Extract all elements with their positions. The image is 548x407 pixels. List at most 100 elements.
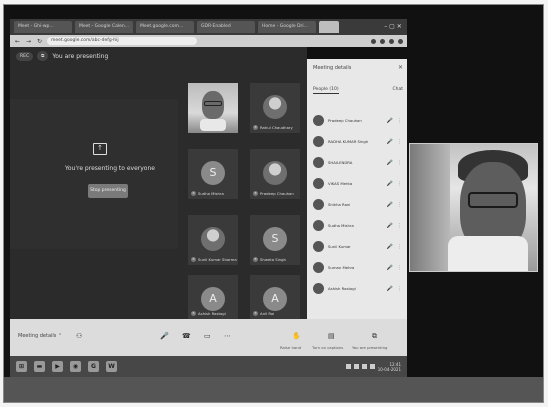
mic-icon[interactable]: 🎤	[387, 286, 393, 292]
media-icon[interactable]: ▶	[52, 361, 63, 372]
list-item[interactable]: Sudha Mishra 🎤 ⋮	[313, 215, 402, 236]
google-icon[interactable]: G	[88, 361, 99, 372]
folder-icon[interactable]: ▬	[34, 361, 45, 372]
chrome-icon[interactable]: ◉	[70, 361, 81, 372]
list-item[interactable]: Pradeep Chauhan 🎤 ⋮	[313, 110, 402, 131]
participant-name: Anil Rai	[260, 311, 275, 316]
more-icon[interactable]: ⋮	[397, 223, 402, 229]
list-item[interactable]: Ashish Rastogi 🎤 ⋮	[313, 278, 402, 299]
avatar	[313, 283, 324, 294]
list-item[interactable]: VIKAS Mehta 🎤 ⋮	[313, 173, 402, 194]
captions-icon[interactable]: ▤	[328, 332, 335, 340]
more-icon[interactable]: ⋮	[397, 139, 402, 145]
participant-name: Ashish Rastogi	[198, 311, 226, 316]
mic-off-icon: ✕	[191, 257, 196, 262]
participant-name: Pradeep Chauhan	[328, 118, 362, 123]
raise-hand-icon[interactable]: ✋	[292, 332, 301, 340]
list-item[interactable]: RADHA KUMAR Singh 🎤 ⋮	[313, 131, 402, 152]
participant-tile[interactable]: A ✕ Anil Rai	[250, 275, 300, 319]
hangup-icon[interactable]: ☎	[182, 332, 191, 340]
participant-name: SHAILENDRA	[328, 160, 353, 165]
participant-name: Rahul Chaudhary	[260, 125, 293, 130]
more-icon[interactable]: ⋮	[397, 181, 402, 187]
browser-tab[interactable]: GDR-Enabled	[197, 21, 255, 33]
participant-tile[interactable]: S ✕ Sudha Mishra	[188, 149, 238, 199]
browser-tab[interactable]: Meet - Google Calen...	[75, 21, 133, 33]
more-icon[interactable]: ⋮	[397, 265, 402, 271]
participant-tile-self[interactable]	[188, 83, 238, 133]
profile-icon[interactable]	[398, 38, 403, 44]
more-icon[interactable]: ⋮	[397, 286, 402, 292]
tab-people[interactable]: People (10)	[313, 87, 339, 94]
system-tray: 12:41 10-04-2021	[345, 362, 407, 372]
list-item[interactable]: Sunil Kumar 🎤 ⋮	[313, 236, 402, 257]
more-icon[interactable]: ⋮	[397, 118, 402, 124]
mic-icon[interactable]: 🎤	[387, 265, 393, 271]
mic-icon[interactable]: 🎤	[160, 332, 169, 340]
browser-tab[interactable]: Meet - Ghi-wp...	[14, 21, 72, 33]
url-field[interactable]: meet.google.com/abc-defg-hij	[47, 37, 197, 45]
more-icon[interactable]: ⋮	[397, 244, 402, 250]
mic-off-icon: ✕	[191, 191, 196, 196]
window-controls[interactable]: – ▢ ✕	[379, 21, 407, 33]
close-icon[interactable]: ✕	[398, 64, 403, 71]
browser-tab-active[interactable]	[319, 21, 339, 33]
share-message: You're presenting to everyone	[65, 165, 155, 172]
people-panel: Meeting details ✕ People (10) Chat Prade…	[307, 59, 407, 319]
extension-icon[interactable]	[371, 38, 376, 44]
mic-icon[interactable]: 🎤	[387, 118, 393, 124]
meeting-stage: REC ⧉ You are presenting ↑ You're presen…	[10, 47, 307, 319]
volume-icon[interactable]	[369, 364, 375, 369]
reload-icon[interactable]: ↻	[36, 38, 43, 45]
participant-tile[interactable]: ✕ Rahul Chaudhary	[250, 83, 300, 133]
start-icon[interactable]: ⊞	[16, 361, 27, 372]
more-icon[interactable]: ⋮	[397, 160, 402, 166]
browser-tab[interactable]: Meet.google.com...	[136, 21, 194, 33]
avatar: A	[201, 287, 225, 311]
avatar	[313, 220, 324, 231]
present-screen-icon: ↑	[93, 143, 107, 155]
avatar	[313, 136, 324, 147]
stop-presenting-button[interactable]: Stop presenting	[88, 184, 128, 198]
extension-icon[interactable]	[380, 38, 385, 44]
mic-icon[interactable]: 🎤	[387, 181, 393, 187]
more-options-icon[interactable]: ⋯	[224, 332, 231, 340]
avatar: A	[263, 287, 287, 311]
people-icon[interactable]: ⚇	[76, 332, 82, 340]
camera-icon[interactable]: ▭	[204, 332, 211, 340]
tab-chat[interactable]: Chat	[392, 87, 403, 94]
mic-icon[interactable]: 🎤	[387, 223, 393, 229]
background-wall	[410, 144, 450, 271]
word-icon[interactable]: W	[106, 361, 117, 372]
present-icon[interactable]: ⧉	[372, 332, 377, 341]
captions-label: Turn on captions	[312, 345, 344, 350]
extension-icon[interactable]	[389, 38, 394, 44]
participant-tile[interactable]: ✕ Pradeep Chauhan	[250, 149, 300, 199]
address-bar: ← → ↻ meet.google.com/abc-defg-hij	[10, 35, 407, 47]
self-webcam-view	[409, 143, 538, 272]
forward-icon[interactable]: →	[25, 38, 32, 45]
panel-title: Meeting details	[313, 65, 352, 71]
list-item[interactable]: Shikha Rani 🎤 ⋮	[313, 194, 402, 215]
browser-tab[interactable]: Home - Google Dri...	[258, 21, 316, 33]
tray-icon[interactable]	[345, 364, 351, 369]
participant-name: Pradeep Chauhan	[260, 191, 294, 196]
mic-icon[interactable]: 🎤	[387, 139, 393, 145]
meeting-details-button[interactable]: Meeting details ⌃	[18, 333, 62, 339]
mic-icon[interactable]: 🎤	[387, 160, 393, 166]
avatar	[313, 178, 324, 189]
back-icon[interactable]: ←	[14, 38, 21, 45]
list-item[interactable]: SHAILENDRA 🎤 ⋮	[313, 152, 402, 173]
mic-icon[interactable]: 🎤	[387, 202, 393, 208]
avatar: S	[263, 227, 287, 251]
more-icon[interactable]: ⋮	[397, 202, 402, 208]
participant-tile[interactable]: A ✕ Ashish Rastogi	[188, 275, 238, 319]
participant-tile[interactable]: S ✕ Shweta Singh	[250, 215, 300, 265]
mic-icon[interactable]: 🎤	[387, 244, 393, 250]
avatar	[313, 199, 324, 210]
participant-tile[interactable]: ✕ Sunil Kumar Sharma	[188, 215, 238, 265]
tray-icon[interactable]	[353, 364, 359, 369]
network-icon[interactable]	[361, 364, 367, 369]
list-item[interactable]: Suman Mehra 🎤 ⋮	[313, 257, 402, 278]
clock[interactable]: 12:41 10-04-2021	[378, 362, 401, 372]
